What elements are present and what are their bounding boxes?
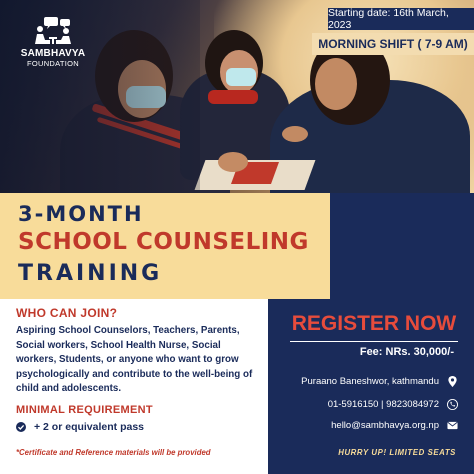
check-circle-icon bbox=[16, 422, 26, 432]
title-main: SCHOOL COUNSELING bbox=[18, 229, 309, 255]
hand bbox=[282, 126, 308, 142]
shift-banner: MORNING SHIFT ( 7-9 AM) bbox=[312, 33, 474, 55]
logo-subtitle: FOUNDATION bbox=[26, 59, 80, 68]
limited-seats-text: HURRY UP! LIMITED SEATS bbox=[338, 448, 456, 457]
phone-icon bbox=[447, 399, 458, 410]
poster: SAMBHAVYA FOUNDATION Starting date: 16th… bbox=[0, 0, 474, 474]
requirement-item: + 2 or equivalent pass bbox=[16, 421, 144, 433]
certificate-note: *Certificate and Reference materials wil… bbox=[16, 448, 211, 457]
email-icon bbox=[447, 421, 458, 430]
email-text: hello@sambhavya.org.np bbox=[331, 420, 439, 431]
who-can-join-text: Aspiring School Counselors, Teachers, Pa… bbox=[16, 325, 253, 395]
title-training: TRAINING bbox=[18, 261, 163, 286]
register-now-heading: REGISTER NOW bbox=[291, 312, 457, 335]
title-panel-dark bbox=[330, 193, 474, 299]
foundation-logo: SAMBHAVYA FOUNDATION bbox=[18, 16, 88, 68]
starting-date-banner: Starting date: 16th March, 2023 bbox=[328, 7, 474, 31]
who-can-join-heading: WHO CAN JOIN? bbox=[16, 306, 118, 320]
phone-text: 01-5916150 | 9823084972 bbox=[327, 399, 439, 410]
divider bbox=[290, 341, 458, 342]
email-row: hello@sambhavya.org.np bbox=[331, 420, 458, 431]
title-duration: 3-MONTH bbox=[18, 202, 144, 226]
scarf bbox=[208, 90, 258, 104]
counselor-face bbox=[315, 58, 357, 110]
hand bbox=[218, 152, 248, 172]
logo-name: SAMBHAVYA bbox=[20, 48, 86, 59]
address-row: Puraano Baneshwor, kathmandu bbox=[301, 376, 458, 387]
counseling-people-icon bbox=[35, 17, 71, 44]
phone-row: 01-5916150 | 9823084972 bbox=[328, 399, 458, 410]
address-text: Puraano Baneshwor, kathmandu bbox=[301, 376, 439, 387]
fee-text: Fee: NRs. 30,000/- bbox=[359, 346, 454, 358]
face-mask bbox=[226, 68, 256, 86]
requirement-heading: MINIMAL REQUIREMENT bbox=[16, 404, 153, 416]
location-pin-icon bbox=[448, 376, 457, 387]
requirement-item-text: + 2 or equivalent pass bbox=[34, 421, 145, 433]
